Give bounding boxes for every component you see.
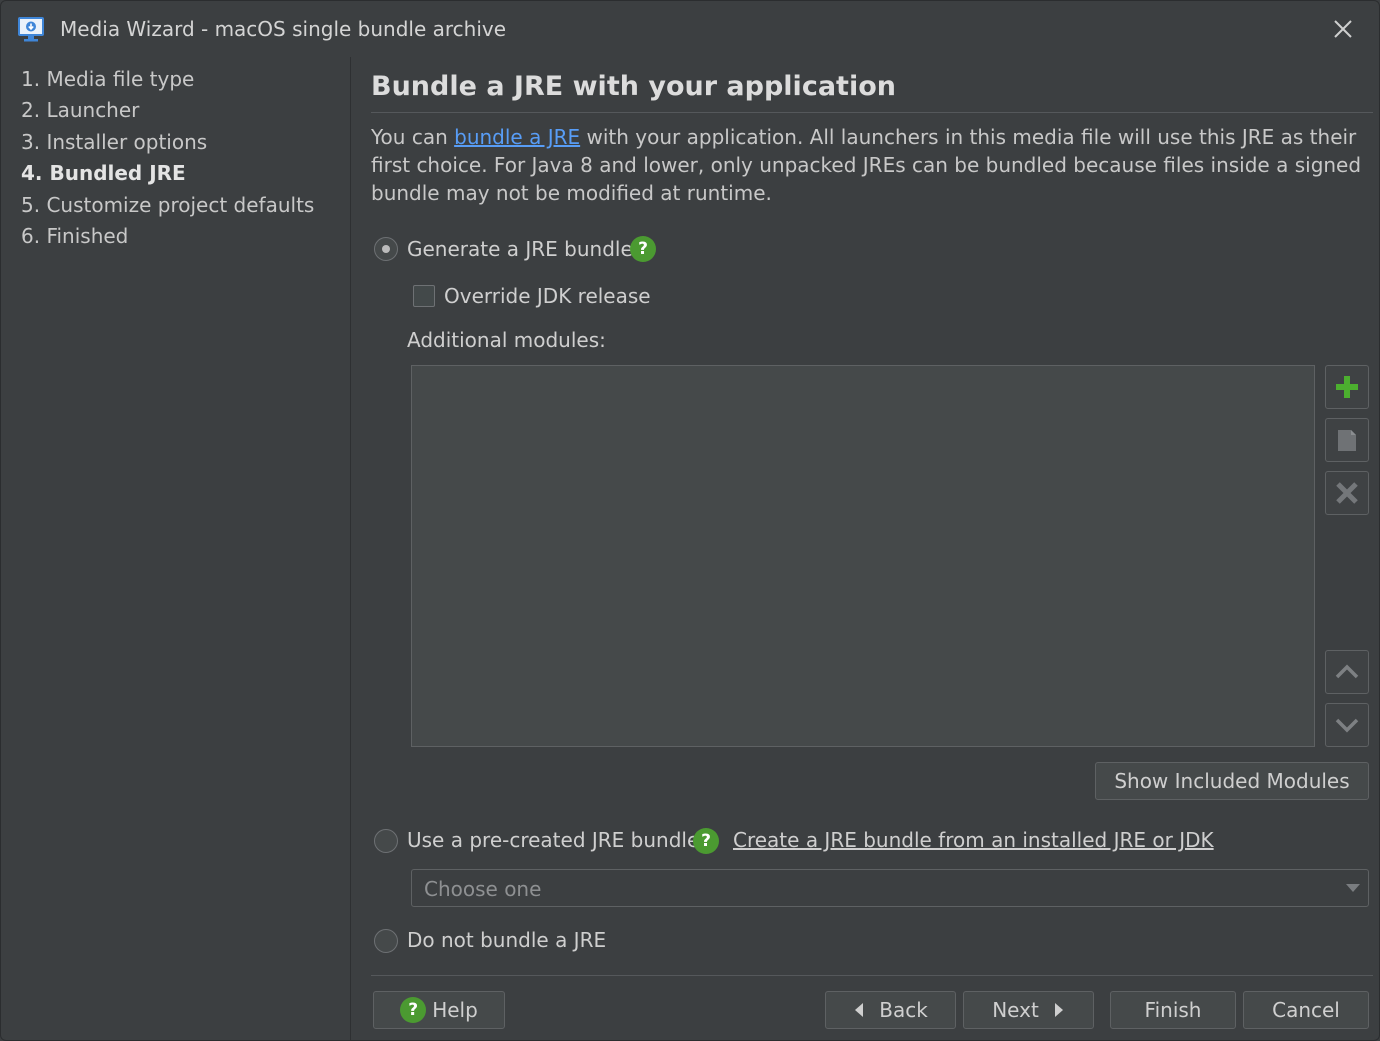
back-arrow-icon	[855, 1002, 864, 1017]
back-button-label: Back	[879, 998, 928, 1022]
jre-bundle-select[interactable]: Choose one	[411, 869, 1369, 907]
remove-module-button[interactable]	[1325, 471, 1369, 515]
step-launcher[interactable]: 2. Launcher	[21, 98, 139, 122]
create-jre-bundle-link[interactable]: Create a JRE bundle from an installed JR…	[733, 828, 1214, 852]
next-arrow-icon	[1054, 1002, 1063, 1017]
cancel-button[interactable]: Cancel	[1243, 991, 1369, 1029]
app-icon	[17, 15, 45, 43]
step-bundled-jre[interactable]: 4. Bundled JRE	[21, 161, 186, 185]
move-up-button[interactable]	[1325, 650, 1369, 694]
chevron-down-icon	[1346, 884, 1360, 892]
additional-modules-list[interactable]	[411, 365, 1315, 747]
page-title: Bundle a JRE with your application	[371, 71, 896, 102]
no-jre-label[interactable]: Do not bundle a JRE	[407, 928, 606, 952]
page-description: You can bundle a JRE with your applicati…	[371, 123, 1371, 207]
precreated-jre-radio[interactable]	[374, 829, 398, 853]
edit-module-button[interactable]	[1325, 418, 1369, 462]
remove-icon	[1336, 482, 1358, 504]
help-icon[interactable]: ?	[693, 828, 719, 854]
step-customize-project-defaults[interactable]: 5. Customize project defaults	[21, 193, 314, 217]
override-jdk-label[interactable]: Override JDK release	[444, 284, 651, 308]
back-button[interactable]: Back	[825, 991, 956, 1029]
help-icon[interactable]: ?	[630, 236, 656, 262]
footer-divider	[371, 975, 1373, 976]
step-installer-options[interactable]: 3. Installer options	[21, 130, 207, 154]
main-panel: Bundle a JRE with your application You c…	[351, 57, 1379, 1040]
override-jdk-checkbox[interactable]	[413, 285, 435, 307]
next-button[interactable]: Next	[963, 991, 1094, 1029]
close-icon[interactable]	[1329, 15, 1357, 43]
jre-bundle-select-value: Choose one	[424, 877, 542, 901]
add-module-button[interactable]	[1325, 365, 1369, 409]
help-button-label: Help	[432, 998, 478, 1022]
wizard-steps-sidebar: 1. Media file type 2. Launcher 3. Instal…	[1, 57, 351, 1040]
edit-icon	[1338, 430, 1356, 451]
add-icon	[1336, 376, 1358, 398]
move-up-icon	[1335, 664, 1359, 679]
additional-modules-label: Additional modules:	[407, 328, 606, 352]
bundle-jre-link[interactable]: bundle a JRE	[454, 125, 580, 149]
next-button-label: Next	[992, 998, 1039, 1022]
generate-jre-label[interactable]: Generate a JRE bundle	[407, 237, 633, 261]
heading-divider	[371, 112, 1373, 113]
description-prefix: You can	[371, 125, 455, 149]
step-finished[interactable]: 6. Finished	[21, 224, 128, 248]
no-jre-radio[interactable]	[374, 929, 398, 953]
move-down-icon	[1335, 718, 1359, 733]
generate-jre-radio[interactable]	[374, 237, 398, 261]
finish-button[interactable]: Finish	[1110, 991, 1236, 1029]
title-bar: Media Wizard - macOS single bundle archi…	[1, 1, 1379, 57]
help-icon: ?	[400, 996, 427, 1023]
help-button[interactable]: ? Help	[373, 991, 505, 1029]
move-down-button[interactable]	[1325, 703, 1369, 747]
step-media-file-type[interactable]: 1. Media file type	[21, 67, 194, 91]
precreated-jre-label[interactable]: Use a pre-created JRE bundle	[407, 828, 699, 852]
window-title: Media Wizard - macOS single bundle archi…	[60, 17, 507, 41]
show-included-modules-button[interactable]: Show Included Modules	[1095, 762, 1369, 800]
wizard-window: Media Wizard - macOS single bundle archi…	[0, 0, 1380, 1041]
